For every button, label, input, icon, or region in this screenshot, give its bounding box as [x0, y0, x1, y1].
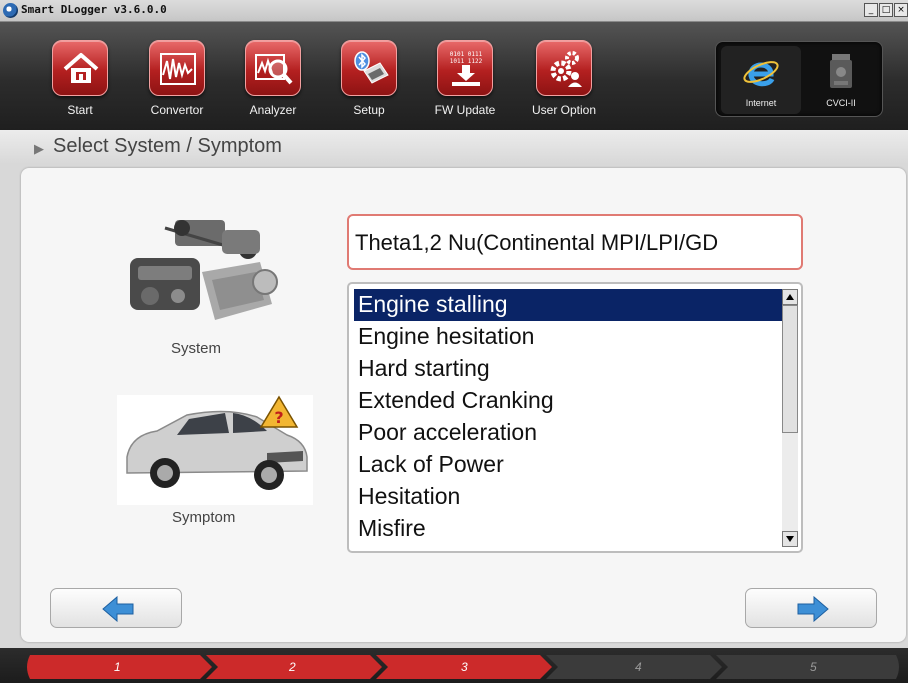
list-item[interactable]: Hesitation	[354, 481, 784, 513]
firmware-download-icon: 0101 0111 1011 1122	[450, 51, 483, 86]
step-4: 4	[635, 660, 642, 674]
step-1: 1	[114, 660, 121, 674]
symptom-label: Symptom	[172, 509, 236, 526]
svg-text:?: ?	[274, 408, 283, 427]
user-option-label: User Option	[531, 103, 597, 117]
connection-selector: Internet CVCI-II	[715, 41, 883, 117]
vci-device-icon	[830, 54, 852, 88]
scroll-down-button[interactable]	[782, 531, 798, 547]
internet-label: Internet	[745, 98, 777, 108]
step-progress: 1 2 3 4 5	[0, 648, 908, 683]
home-icon	[63, 53, 99, 83]
cvci-label: CVCI-II	[826, 98, 856, 108]
analyzer-button[interactable]: Analyzer	[238, 40, 308, 126]
step-2: 2	[289, 660, 296, 674]
system-select[interactable]: Theta1,2 Nu(Continental MPI/LPI/GD	[347, 214, 803, 270]
scroll-up-button[interactable]	[782, 289, 798, 305]
list-item[interactable]: Extended Cranking	[354, 385, 784, 417]
vertical-scrollbar[interactable]	[782, 289, 798, 547]
scroll-thumb[interactable]	[782, 305, 798, 433]
step-5: 5	[810, 660, 817, 674]
fw-update-button[interactable]: 0101 0111 1011 1122 FW Update	[430, 40, 500, 126]
triangle-down-icon	[786, 536, 794, 542]
start-label: Start	[67, 103, 93, 117]
system-label: System	[171, 340, 222, 357]
symptom-image: ?	[117, 395, 313, 505]
gears-user-icon	[550, 51, 582, 87]
list-item[interactable]: Lack of Power	[354, 449, 784, 481]
waveform-icon	[160, 53, 196, 85]
list-item[interactable]: Hard starting	[354, 353, 784, 385]
symptom-list[interactable]: Engine stalling Engine hesitation Hard s…	[347, 282, 803, 553]
step-header: ▶ Select System / Symptom	[0, 130, 908, 164]
user-option-button[interactable]: User Option	[529, 40, 599, 126]
fw-icon-text-2: 1011 1122	[450, 58, 483, 65]
setup-button[interactable]: Setup	[334, 40, 404, 126]
next-button[interactable]	[745, 588, 877, 628]
list-item[interactable]: Poor acceleration	[354, 417, 784, 449]
arrow-left-icon	[102, 596, 134, 622]
page-title: Select System / Symptom	[53, 135, 282, 157]
close-button[interactable]: ×	[894, 3, 908, 17]
system-image	[130, 220, 278, 320]
convertor-button[interactable]: Convertor	[142, 40, 212, 126]
main-toolbar: Start Convertor Analyzer Setup 0101 0111…	[0, 22, 908, 130]
play-arrow-icon: ▶	[34, 141, 44, 156]
fw-update-label: FW Update	[434, 103, 496, 117]
fw-icon-text-1: 0101 0111	[450, 51, 483, 58]
step-chevrons	[27, 655, 899, 679]
list-item[interactable]: Misfire	[354, 513, 784, 545]
window-controls: _ □ ×	[864, 3, 908, 17]
app-icon	[3, 3, 18, 18]
start-button[interactable]: Start	[45, 40, 115, 126]
window-title: Smart DLogger v3.6.0.0	[21, 3, 167, 16]
maximize-button[interactable]: □	[879, 3, 893, 17]
internet-explorer-icon	[743, 61, 779, 87]
convertor-label: Convertor	[150, 103, 204, 117]
title-bar: Smart DLogger v3.6.0.0 _ □ ×	[0, 0, 908, 22]
list-item[interactable]: Engine hesitation	[354, 321, 784, 353]
back-button[interactable]	[50, 588, 182, 628]
arrow-right-icon	[797, 596, 829, 622]
triangle-up-icon	[786, 294, 794, 300]
internet-toggle[interactable]: Internet	[721, 46, 801, 114]
setup-label: Setup	[353, 103, 385, 117]
cvci-toggle[interactable]: CVCI-II	[801, 46, 881, 114]
magnifier-chart-icon	[255, 54, 293, 85]
minimize-button[interactable]: _	[864, 3, 878, 17]
system-value: Theta1,2 Nu(Continental MPI/LPI/GD	[355, 230, 719, 255]
step-3: 3	[461, 660, 468, 674]
analyzer-label: Analyzer	[249, 103, 297, 117]
list-item[interactable]: Engine stalling	[354, 289, 784, 321]
bluetooth-device-icon	[354, 51, 389, 84]
